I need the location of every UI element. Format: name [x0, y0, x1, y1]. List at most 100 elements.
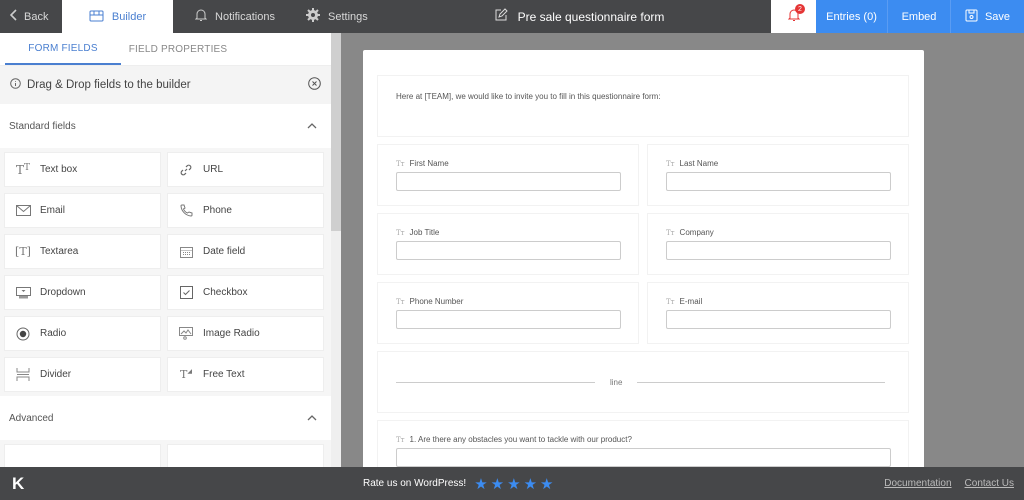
form-field-job-title[interactable]: Tт Job Title: [377, 213, 639, 275]
builder-icon: [89, 9, 104, 25]
field-label: Text box: [40, 164, 78, 175]
field-divider[interactable]: Divider: [4, 357, 161, 392]
field-date[interactable]: Date field: [167, 234, 324, 269]
alerts-button[interactable]: 2: [771, 0, 816, 33]
field-radio[interactable]: Radio: [4, 316, 161, 351]
textarea-icon: [T]: [15, 245, 31, 258]
documentation-link[interactable]: Documentation: [884, 478, 951, 489]
logo: K: [12, 473, 25, 493]
form-field-email[interactable]: Tт E-mail: [647, 282, 909, 344]
field-phone[interactable]: Phone: [167, 193, 324, 228]
field-email[interactable]: Email: [4, 193, 161, 228]
field-dropdown[interactable]: Dropdown: [4, 275, 161, 310]
standard-fields-header[interactable]: Standard fields: [0, 104, 331, 148]
email-input[interactable]: [666, 310, 891, 329]
save-button[interactable]: Save: [951, 0, 1024, 33]
field-image-radio[interactable]: Image Radio: [167, 316, 324, 351]
rating-stars[interactable]: ★ ★ ★ ★ ★: [474, 475, 553, 493]
form-field-first-name[interactable]: Tт First Name: [377, 144, 639, 206]
field-label: E-mail: [679, 297, 703, 306]
envelope-icon: [15, 205, 31, 216]
footer-links: Documentation Contact Us: [884, 467, 1014, 500]
rate-text: Rate us on WordPress!: [363, 478, 467, 489]
back-button[interactable]: Back: [0, 0, 62, 33]
top-bar: Back Builder Notifications Settings Pre …: [0, 0, 1024, 33]
advanced-field[interactable]: [4, 444, 161, 467]
close-icon[interactable]: [308, 77, 321, 93]
field-label: Checkbox: [203, 287, 248, 298]
text-field-icon: Tт: [666, 297, 675, 306]
calendar-icon: [178, 246, 194, 258]
tab-form-fields[interactable]: FORM FIELDS: [5, 33, 121, 65]
embed-label: Embed: [901, 10, 937, 23]
question-1-input[interactable]: [396, 448, 891, 467]
form-field-last-name[interactable]: Tт Last Name: [647, 144, 909, 206]
tab-builder[interactable]: Builder: [62, 0, 173, 33]
tab-notifications[interactable]: Notifications: [173, 0, 297, 33]
field-checkbox[interactable]: Checkbox: [167, 275, 324, 310]
field-url[interactable]: URL: [167, 152, 324, 187]
field-label: Image Radio: [203, 328, 260, 339]
dropdown-icon: [15, 286, 31, 299]
tab-field-properties[interactable]: FIELD PROPERTIES: [123, 33, 233, 65]
sidebar: FORM FIELDS FIELD PROPERTIES Drag & Drop…: [0, 33, 331, 467]
star-icon[interactable]: ★: [491, 475, 504, 493]
form-field-company[interactable]: Tт Company: [647, 213, 909, 275]
divider-line-right: [637, 381, 886, 383]
divider-icon: [15, 368, 31, 381]
image-radio-icon: [178, 327, 194, 340]
form-title[interactable]: Pre sale questionnaire form: [387, 0, 771, 33]
bell-icon: [194, 8, 208, 25]
first-name-input[interactable]: [396, 172, 621, 191]
field-label: Date field: [203, 246, 246, 257]
advanced-field[interactable]: [167, 444, 324, 467]
divider-line-left: [396, 381, 595, 383]
intro-text: Here at [TEAM], we would like to invite …: [396, 92, 661, 101]
notification-badge: 2: [795, 4, 805, 14]
text-field-icon: Tт: [396, 297, 405, 306]
field-textarea[interactable]: [T] Textarea: [4, 234, 161, 269]
entries-button[interactable]: Entries (0): [816, 0, 888, 33]
free-text-icon: T ◢: [180, 368, 192, 381]
advanced-header[interactable]: Advanced: [0, 396, 331, 440]
divider-block[interactable]: line: [377, 351, 909, 413]
tab-settings[interactable]: Settings: [297, 0, 387, 33]
company-input[interactable]: [666, 241, 891, 260]
star-icon[interactable]: ★: [474, 475, 487, 493]
info-text: Drag & Drop fields to the builder: [27, 79, 191, 91]
radio-icon: [15, 327, 31, 341]
notifications-label: Notifications: [215, 10, 275, 23]
field-label: 1. Are there any obstacles you want to t…: [409, 435, 632, 444]
intro-text-block[interactable]: Here at [TEAM], we would like to invite …: [377, 75, 909, 137]
field-label: Divider: [40, 369, 72, 380]
advanced-fields-grid: [0, 440, 331, 467]
field-label: Radio: [40, 328, 67, 339]
field-text-box[interactable]: T T Text box: [4, 152, 161, 187]
save-label: Save: [984, 10, 1011, 23]
gear-icon: [305, 7, 321, 26]
contact-us-link[interactable]: Contact Us: [965, 478, 1014, 489]
last-name-input[interactable]: [666, 172, 891, 191]
field-free-text[interactable]: T ◢ Free Text: [167, 357, 324, 392]
star-icon[interactable]: ★: [524, 475, 537, 493]
star-icon[interactable]: ★: [540, 475, 553, 493]
field-label: Phone Number: [409, 297, 464, 306]
phone-number-input[interactable]: [396, 310, 621, 329]
back-label: Back: [24, 10, 49, 23]
form-preview: Here at [TEAM], we would like to invite …: [363, 50, 924, 490]
chevron-left-icon: [9, 9, 18, 24]
standard-fields-grid: T T Text box URL Email Phone [T] Textarea D…: [0, 148, 331, 396]
settings-label: Settings: [328, 10, 368, 23]
sidebar-scrollbar-thumb[interactable]: [331, 33, 341, 231]
embed-button[interactable]: Embed: [888, 0, 951, 33]
text-field-icon: Tт: [396, 435, 405, 444]
field-label: Email: [40, 205, 66, 216]
star-icon[interactable]: ★: [507, 475, 520, 493]
form-field-phone-number[interactable]: Tт Phone Number: [377, 282, 639, 344]
chevron-up-icon: [307, 413, 317, 424]
field-label: Company: [679, 228, 714, 237]
field-label: URL: [203, 164, 224, 175]
job-title-input[interactable]: [396, 241, 621, 260]
info-icon: [10, 78, 21, 92]
field-label: Job Title: [409, 228, 440, 237]
